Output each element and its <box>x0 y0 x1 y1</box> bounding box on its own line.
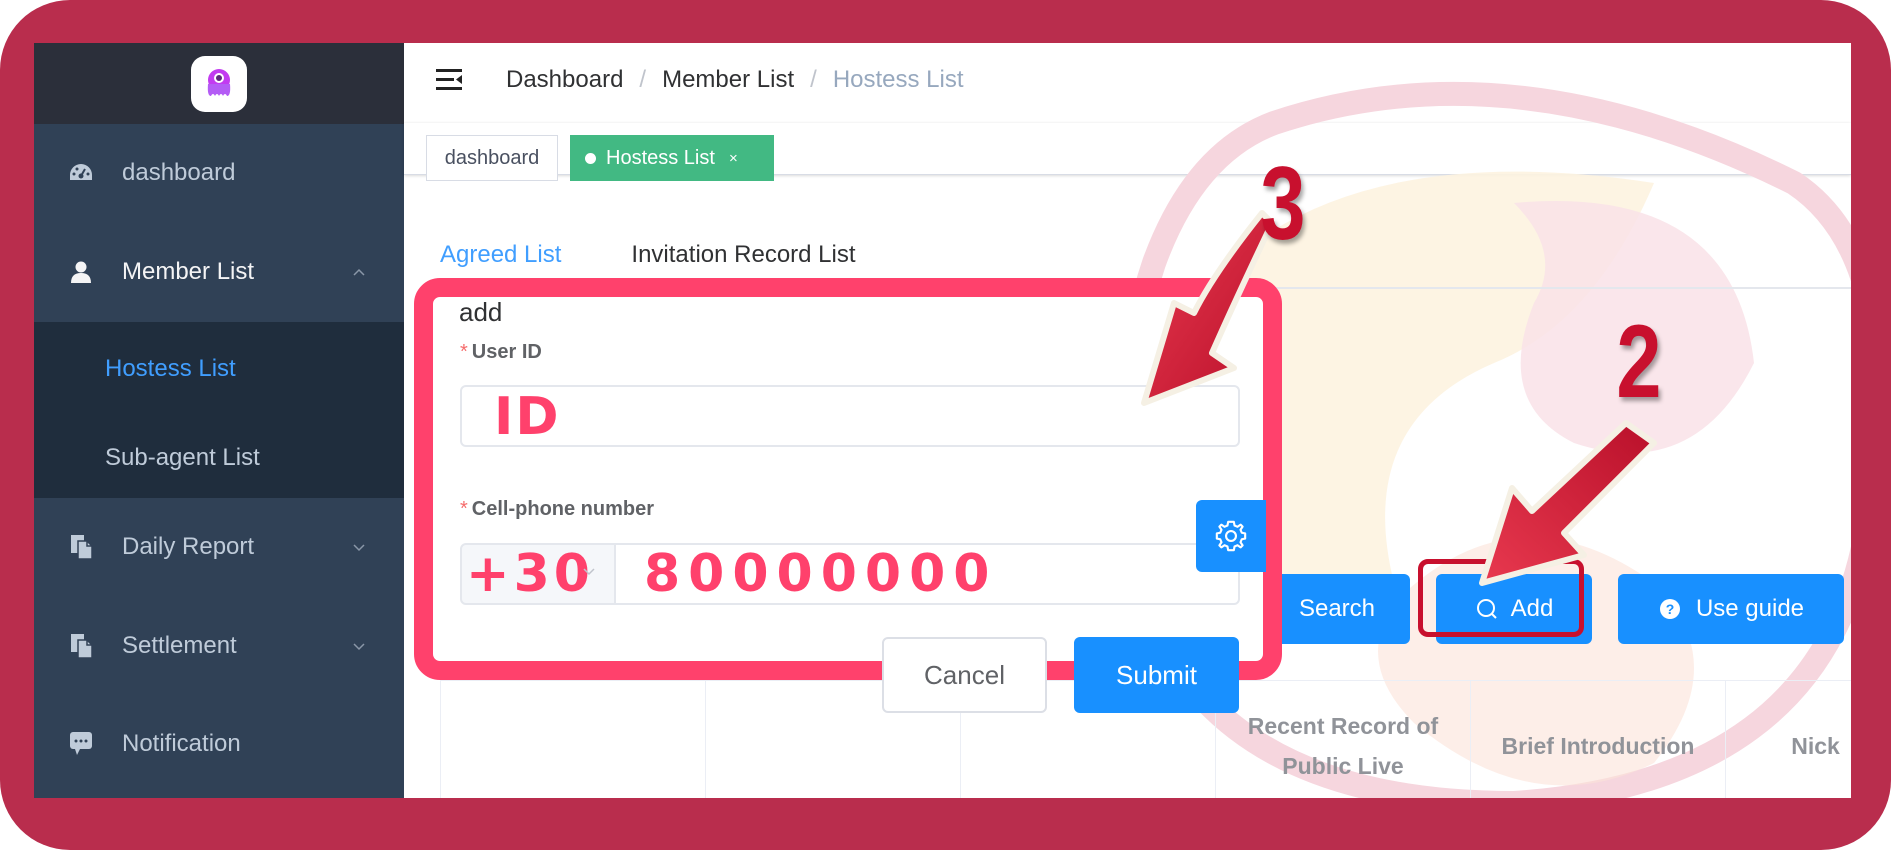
add-button-highlight <box>1418 559 1584 637</box>
user-id-label: * User ID <box>460 341 542 364</box>
app-logo[interactable] <box>191 55 247 112</box>
breadcrumb: Dashboard / Member List / Hostess List <box>506 66 964 94</box>
user-id-value: ID <box>494 387 561 447</box>
sidebar-item-hostess-list[interactable]: Hostess List <box>105 355 236 383</box>
hamburger-collapse-icon[interactable] <box>434 65 464 95</box>
breadcrumb-hostess-list: Hostess List <box>832 66 964 93</box>
dashboard-gauge-icon <box>68 160 94 186</box>
required-mark: * <box>460 498 468 520</box>
sidebar-item-settlement[interactable]: Settlement <box>34 597 404 695</box>
column-header-nickname: Nick <box>1725 681 1851 798</box>
column-header-brief-introduction: Brief Introduction <box>1470 681 1725 798</box>
sidebar-item-label: Settlement <box>122 632 237 659</box>
sidebar-item-notification[interactable]: Notification <box>34 695 404 793</box>
cancel-button[interactable]: Cancel <box>882 637 1047 713</box>
documents-icon <box>68 534 94 560</box>
sidebar-item-member-list[interactable]: Member List <box>34 223 404 321</box>
tag-label: Hostess List <box>606 146 715 169</box>
step-3-label: 3 <box>1260 146 1306 262</box>
phone-number-value: 80000000 <box>644 544 998 604</box>
sidebar-item-sub-agent-list[interactable]: Sub-agent List <box>105 444 260 472</box>
documents-icon <box>68 633 94 659</box>
close-icon[interactable]: × <box>729 150 738 167</box>
tab-invitation-record-list[interactable]: Invitation Record List <box>631 241 855 269</box>
sidebar-item-label: Daily Report <box>122 533 255 560</box>
app-window: dashboard Member List Hostess List Sub-a… <box>34 43 1851 798</box>
user-id-label-text: User ID <box>471 341 542 363</box>
logo-bar <box>34 43 404 124</box>
sidebar-item-label: dashboard <box>122 159 236 186</box>
chat-bubble-icon <box>68 731 94 757</box>
sidebar: dashboard Member List Hostess List Sub-a… <box>34 43 404 798</box>
sidebar-item-label: Member List <box>122 258 255 285</box>
tag-hostess-list[interactable]: Hostess List × <box>570 135 774 181</box>
use-guide-button-label: Use guide <box>1695 595 1805 622</box>
sidebar-item-daily-report[interactable]: Daily Report <box>34 498 404 596</box>
breadcrumb-dashboard[interactable]: Dashboard <box>506 66 623 94</box>
phone-label-text: Cell-phone number <box>471 498 655 520</box>
help-circle-icon: ? <box>1659 599 1680 619</box>
add-dialog <box>414 278 1282 680</box>
chevron-down-icon <box>353 643 365 651</box>
submit-button[interactable]: Submit <box>1074 637 1239 713</box>
user-id-input[interactable] <box>460 385 1240 447</box>
country-code-value: +30 <box>466 544 594 604</box>
breadcrumb-member-list[interactable]: Member List <box>662 66 794 94</box>
tab-agreed-list[interactable]: Agreed List <box>440 241 561 269</box>
list-tabs: Agreed List Invitation Record List <box>440 241 926 269</box>
search-button[interactable]: Search <box>1264 574 1410 644</box>
use-guide-button[interactable]: ? Use guide <box>1618 574 1844 644</box>
navbar: Dashboard / Member List / Hostess List <box>404 43 1851 123</box>
cancel-button-label: Cancel <box>924 659 1005 690</box>
active-dot-icon <box>585 152 596 164</box>
sidebar-item-dashboard[interactable]: dashboard <box>34 124 404 222</box>
column-header-recent-record: Recent Record of Public Live <box>1215 681 1470 798</box>
dialog-title: add <box>459 297 503 327</box>
required-mark: * <box>460 341 468 363</box>
breadcrumb-separator: / <box>810 66 817 93</box>
octopus-logo-icon <box>207 68 231 96</box>
screenshot-frame: dashboard Member List Hostess List Sub-a… <box>0 0 1891 850</box>
svg-text:?: ? <box>1666 601 1675 617</box>
step-2-label: 2 <box>1616 304 1662 420</box>
phone-label: * Cell-phone number <box>460 498 654 521</box>
gear-icon <box>1215 520 1247 552</box>
settings-button[interactable] <box>1196 500 1266 572</box>
chevron-down-icon <box>353 544 365 552</box>
tag-dashboard[interactable]: dashboard <box>426 135 558 181</box>
sidebar-item-label: Notification <box>122 730 241 757</box>
member-list-submenu: Hostess List Sub-agent List <box>34 322 404 498</box>
column-header <box>440 681 705 798</box>
breadcrumb-separator: / <box>639 66 647 93</box>
tags-view: dashboard Hostess List × <box>404 123 1851 181</box>
submit-button-label: Submit <box>1116 659 1197 690</box>
tag-label: dashboard <box>444 146 540 169</box>
chevron-down-icon <box>583 568 595 576</box>
chevron-up-icon <box>353 268 365 276</box>
search-button-label: Search <box>1298 595 1376 622</box>
user-icon <box>68 259 94 285</box>
